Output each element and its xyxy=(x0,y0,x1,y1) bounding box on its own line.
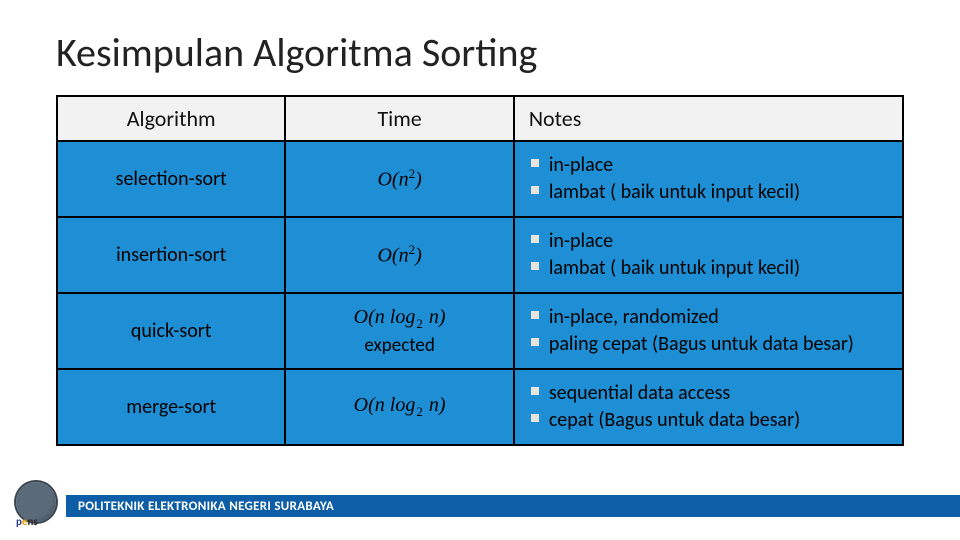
note-text: lambat ( baik untuk input kecil) xyxy=(549,255,800,282)
bullet-icon xyxy=(531,262,539,270)
slide: Kesimpulan Algoritma Sorting Algorithm T… xyxy=(0,0,960,446)
note-text: cepat (Bagus untuk data besar) xyxy=(549,407,800,434)
bullet-icon xyxy=(531,235,539,243)
cell-time: O(n2) xyxy=(285,141,513,217)
bullet-icon xyxy=(531,414,539,422)
cell-algorithm: merge-sort xyxy=(57,369,285,445)
col-time: Time xyxy=(285,96,513,141)
cell-algorithm: selection-sort xyxy=(57,141,285,217)
cell-algorithm: insertion-sort xyxy=(57,217,285,293)
col-notes: Notes xyxy=(514,96,903,141)
note-text: lambat ( baik untuk input kecil) xyxy=(549,179,800,206)
bullet-icon xyxy=(531,159,539,167)
cell-notes: sequential data access cepat (Bagus untu… xyxy=(514,369,903,445)
note-text: in-place, randomized xyxy=(549,304,719,331)
footer-org: POLITEKNIK ELEKTRONIKA NEGERI SURABAYA xyxy=(78,499,334,514)
note-text: sequential data access xyxy=(549,380,730,407)
page-title: Kesimpulan Algoritma Sorting xyxy=(56,28,904,77)
note-text: paling cepat (Bagus untuk data besar) xyxy=(549,331,854,358)
bullet-icon xyxy=(531,186,539,194)
table-row: quick-sort O(n log2 n)expected in-place,… xyxy=(57,293,903,369)
table-row: insertion-sort O(n2) in-place lambat ( b… xyxy=(57,217,903,293)
col-algorithm: Algorithm xyxy=(57,96,285,141)
time-extra: expected xyxy=(298,334,500,357)
footer: pens POLITEKNIK ELEKTRONIKA NEGERI SURAB… xyxy=(0,486,960,526)
bullet-icon xyxy=(531,311,539,319)
table-header-row: Algorithm Time Notes xyxy=(57,96,903,141)
note-text: in-place xyxy=(549,228,613,255)
cell-algorithm: quick-sort xyxy=(57,293,285,369)
cell-notes: in-place lambat ( baik untuk input kecil… xyxy=(514,141,903,217)
table-row: merge-sort O(n log2 n) sequential data a… xyxy=(57,369,903,445)
note-text: in-place xyxy=(549,152,613,179)
bullet-icon xyxy=(531,338,539,346)
comparison-table: Algorithm Time Notes selection-sort O(n2… xyxy=(56,95,904,446)
cell-notes: in-place lambat ( baik untuk input kecil… xyxy=(514,217,903,293)
cell-time: O(n log2 n) xyxy=(285,369,513,445)
cell-notes: in-place, randomized paling cepat (Bagus… xyxy=(514,293,903,369)
table-row: selection-sort O(n2) in-place lambat ( b… xyxy=(57,141,903,217)
footer-bar: POLITEKNIK ELEKTRONIKA NEGERI SURABAYA xyxy=(66,495,960,517)
logo-text: pens xyxy=(16,515,38,528)
cell-time: O(n log2 n)expected xyxy=(285,293,513,369)
cell-time: O(n2) xyxy=(285,217,513,293)
pens-logo: pens xyxy=(14,486,60,526)
bullet-icon xyxy=(531,387,539,395)
